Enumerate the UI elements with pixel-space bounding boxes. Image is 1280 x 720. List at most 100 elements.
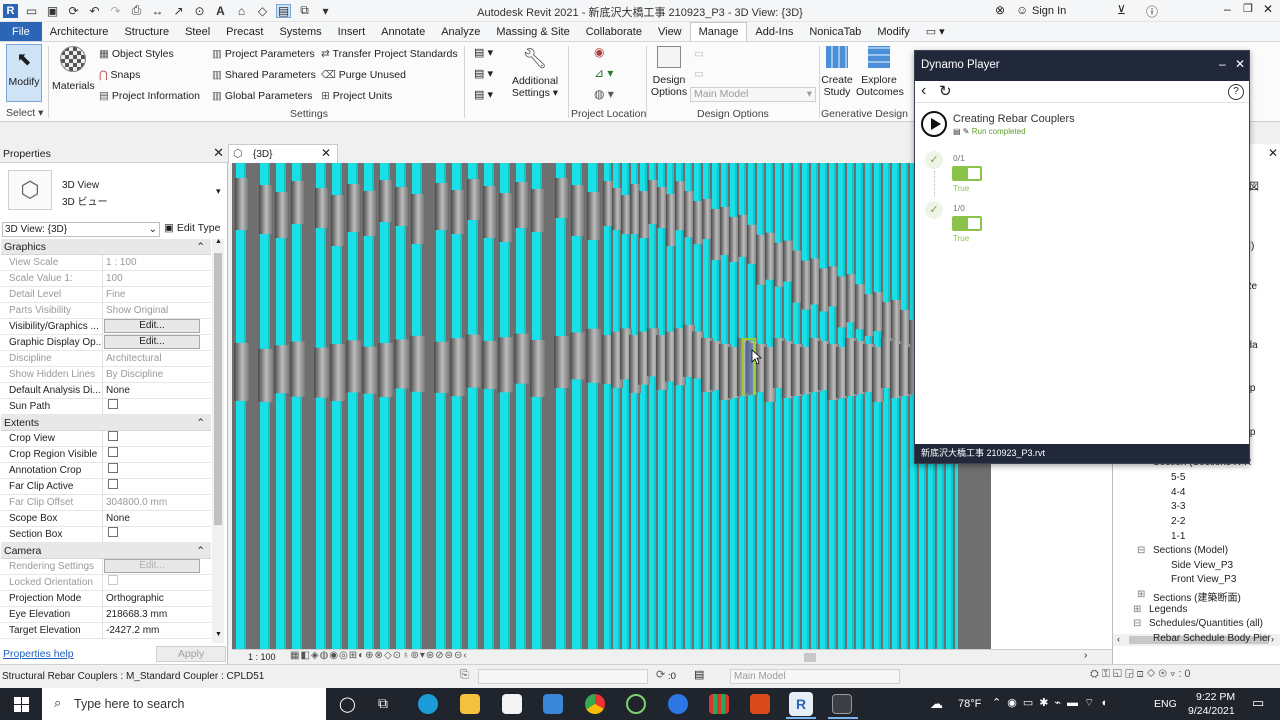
ribbon-context-toggle-icon[interactable]: ▭ ▾ xyxy=(918,22,953,41)
mail-icon[interactable] xyxy=(543,694,563,714)
browser-node[interactable]: Side View_P3 xyxy=(1171,560,1233,571)
view-tab-close-icon[interactable]: ✕ xyxy=(321,146,331,160)
view-controls-icons[interactable]: ▦◧◈◍◉◎⊞◐⊕⊗◇⊙♁⊚▾⊛⊘⊜⊝‹ xyxy=(290,650,468,661)
tab-systems[interactable]: Systems xyxy=(271,22,329,41)
tab-massing-site[interactable]: Massing & Site xyxy=(488,22,577,41)
group-extents[interactable]: Extents ⌃ xyxy=(1,415,211,431)
play-button[interactable] xyxy=(921,111,947,137)
materials-button[interactable]: Materials xyxy=(52,46,95,102)
design-options-status-icon[interactable]: ▤ xyxy=(694,668,704,681)
shared-parameters-button[interactable]: ▥ Shared Parameters xyxy=(212,69,316,81)
property-value[interactable]: None xyxy=(103,511,201,527)
property-value[interactable]: -2427.2 mm xyxy=(103,623,201,639)
tab-architecture[interactable]: Architecture xyxy=(42,22,117,41)
tag-icon[interactable]: ⊙ xyxy=(192,4,207,18)
clock-time[interactable]: 9:22 PM xyxy=(1196,691,1235,703)
scroll-right-icon[interactable]: › xyxy=(1084,650,1087,661)
tab-insert[interactable]: Insert xyxy=(330,22,374,41)
select-panel-label[interactable]: Select ▾ xyxy=(6,107,43,119)
coordinates-icon[interactable]: ⊿ ▾ xyxy=(594,66,613,80)
edit-button[interactable]: Edit... xyxy=(104,334,200,349)
property-checkbox[interactable] xyxy=(108,430,118,441)
refresh-icon[interactable]: ↻ xyxy=(939,82,952,100)
zalo-icon[interactable] xyxy=(668,694,688,714)
object-styles-button[interactable]: ▦ Object Styles xyxy=(99,48,174,60)
property-checkbox[interactable] xyxy=(108,574,118,585)
expand-icon[interactable]: ⊟ xyxy=(1137,545,1145,556)
property-checkbox[interactable] xyxy=(108,398,118,409)
project-units-button[interactable]: ⊞ Project Units xyxy=(321,90,392,102)
dynamo-minimize-icon[interactable]: – xyxy=(1219,57,1226,71)
dimension-icon[interactable]: ↗ xyxy=(171,4,186,18)
store-icon[interactable] xyxy=(502,694,522,714)
windows-start-icon[interactable] xyxy=(14,697,29,712)
office-icon[interactable] xyxy=(750,694,770,714)
print-icon[interactable]: ⎙ xyxy=(129,3,144,18)
tab-annotate[interactable]: Annotate xyxy=(373,22,433,41)
collapse-icon[interactable]: ⌃ xyxy=(196,545,205,557)
weather-icon[interactable]: ☁ xyxy=(930,696,943,712)
dynamo-close-icon[interactable]: ✕ xyxy=(1235,57,1245,71)
tab-structure[interactable]: Structure xyxy=(116,22,177,41)
revit-taskbar-icon[interactable]: R xyxy=(789,692,813,716)
tab-add-ins[interactable]: Add-Ins xyxy=(747,22,801,41)
clock-date[interactable]: 9/24/2021 xyxy=(1188,705,1235,717)
browser-node[interactable]: Schedules/Quantities (all) xyxy=(1149,618,1263,629)
browser-node[interactable]: 3-3 xyxy=(1171,501,1185,512)
restore-icon[interactable]: ❐ xyxy=(1243,2,1253,15)
design-option-select[interactable]: Main Model ▾ xyxy=(690,87,816,102)
view-tab-3d[interactable]: ⬡ {3D} ✕ xyxy=(228,144,338,163)
browser-node[interactable]: 1-1 xyxy=(1171,531,1185,542)
bool-toggle[interactable] xyxy=(952,166,982,181)
taskbar-search[interactable]: ⌕ Type here to search xyxy=(42,688,326,720)
language[interactable]: ENG xyxy=(1154,698,1177,710)
minimize-icon[interactable]: – xyxy=(1224,2,1231,16)
additional-settings-button[interactable]: 🔧︎ Additional Settings ▾ xyxy=(508,46,562,99)
notifications-icon[interactable]: ▭ xyxy=(1252,695,1264,711)
expand-icon[interactable]: ⊞ xyxy=(1137,589,1145,600)
thin-lines-icon[interactable]: ▤ xyxy=(276,3,291,18)
edit-button[interactable]: Edit... xyxy=(104,558,200,573)
property-value[interactable]: Orthographic xyxy=(103,591,201,607)
tab-file[interactable]: File xyxy=(0,22,42,41)
collapse-icon[interactable]: ⌃ xyxy=(196,241,205,253)
properties-close-icon[interactable]: ✕ xyxy=(213,145,224,161)
back-icon[interactable]: ‹ xyxy=(921,82,926,100)
tab-manage[interactable]: Manage xyxy=(689,22,748,41)
browser-node[interactable]: Rebar Schedule Body Pier xyxy=(1153,633,1271,644)
tab-steel[interactable]: Steel xyxy=(177,22,218,41)
measure-icon[interactable]: ↔ xyxy=(150,4,165,18)
app-u-icon[interactable] xyxy=(626,694,646,714)
property-value[interactable]: 218668.3 mm xyxy=(103,607,201,623)
chrome-icon[interactable] xyxy=(585,694,605,714)
property-checkbox[interactable] xyxy=(108,462,118,473)
type-selector[interactable]: ⬡ 3D View 3D ビュー ▾ xyxy=(4,166,226,216)
binoculars-icon[interactable]: ⊗ xyxy=(995,3,1005,17)
main-model-select[interactable]: Main Model xyxy=(730,669,900,684)
project-information-button[interactable]: ▤ Project Information xyxy=(99,90,200,102)
instance-selector[interactable]: 3D View: {3D} ⌄ xyxy=(2,222,160,237)
browser-node[interactable]: Front View_P3 xyxy=(1171,574,1236,585)
dynamo-help-icon[interactable]: ? xyxy=(1228,84,1244,100)
project-parameters-button[interactable]: ▥ Project Parameters xyxy=(212,48,315,60)
design-options-button[interactable]: Design Options xyxy=(650,46,688,98)
links-icon[interactable]: ▤ ▾ xyxy=(474,67,493,80)
3d-view-icon[interactable]: ⌂ xyxy=(234,4,249,18)
help-icon[interactable]: ⓘ xyxy=(1146,3,1158,20)
expand-icon[interactable]: ⊞ xyxy=(1133,604,1141,615)
phases-icon[interactable]: ▤ ▾ xyxy=(474,46,493,59)
edit-type-button[interactable]: ▣ Edit Type xyxy=(164,222,220,234)
apply-button[interactable]: Apply xyxy=(156,646,226,662)
manage-images-icon[interactable]: ▤ ▾ xyxy=(474,88,493,101)
collapse-icon[interactable]: ⌃ xyxy=(196,417,205,429)
close-icon[interactable]: ✕ xyxy=(1263,2,1273,16)
snaps-button[interactable]: ⋂ Snaps xyxy=(99,69,140,81)
dynamo-taskbar-icon[interactable] xyxy=(832,694,852,714)
tab-analyze[interactable]: Analyze xyxy=(433,22,488,41)
browser-node[interactable]: 4-4 xyxy=(1171,487,1185,498)
browser-node[interactable]: Legends xyxy=(1149,604,1187,615)
filter-sync-icon[interactable]: ⟳ xyxy=(656,668,665,681)
location-icon[interactable]: ◉ xyxy=(594,45,604,59)
task-view-icon[interactable]: ⧉ xyxy=(378,695,388,712)
tab-modify[interactable]: Modify xyxy=(869,22,917,41)
